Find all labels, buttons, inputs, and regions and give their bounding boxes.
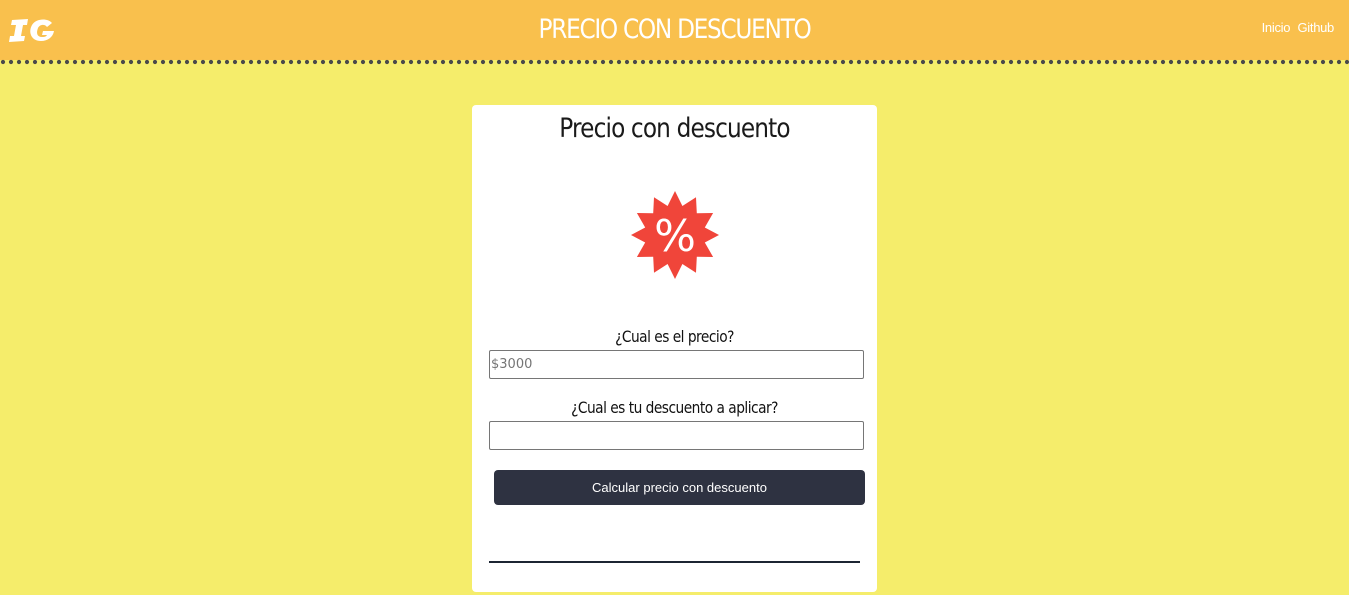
discount-card: Precio con descuento % ¿Cual es el preci… bbox=[472, 105, 877, 592]
nav-link-inicio[interactable]: Inicio bbox=[1262, 20, 1291, 35]
percent-badge-icon: % bbox=[631, 191, 719, 279]
discount-input[interactable] bbox=[489, 421, 864, 450]
top-nav: Inicio Github bbox=[1258, 20, 1335, 35]
discount-label: ¿Cual es tu descuento a aplicar? bbox=[571, 398, 778, 417]
dotted-divider bbox=[0, 59, 1349, 67]
page-title: PRECIO CON DESCUENTO bbox=[538, 14, 812, 45]
calculate-button[interactable]: Calcular precio con descuento bbox=[494, 470, 865, 505]
logo-icon[interactable] bbox=[8, 14, 56, 44]
nav-link-github[interactable]: Github bbox=[1297, 20, 1334, 35]
price-label: ¿Cual es el precio? bbox=[615, 327, 734, 346]
result-underline bbox=[489, 561, 860, 563]
card-title: Precio con descuento bbox=[559, 113, 790, 144]
badge-percent-symbol: % bbox=[654, 211, 696, 262]
price-input[interactable] bbox=[489, 350, 864, 379]
top-header: PRECIO CON DESCUENTO Inicio Github bbox=[0, 0, 1349, 60]
